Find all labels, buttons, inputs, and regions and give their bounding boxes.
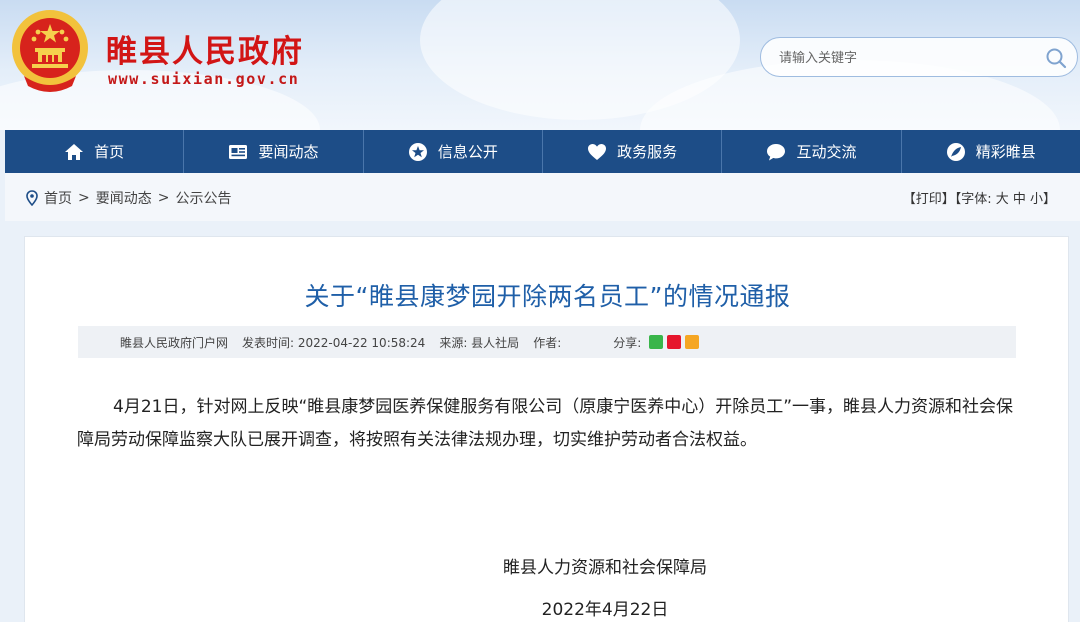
nav-item-label: 信息公开 (437, 143, 498, 161)
article-date: 2022年4月22日 (541, 600, 669, 620)
main-nav: 首页 要闻动态 信息公开 政务服务 互动交流 精彩睢县 (5, 130, 1080, 173)
breadcrumb: 首页 > 要闻动态 > 公示公告 (24, 188, 231, 208)
breadcrumb-bar: 首页 > 要闻动态 > 公示公告 【打印】【字体: 大 中 小】 (5, 173, 1080, 221)
breadcrumb-separator: > (157, 190, 170, 206)
search-input[interactable] (779, 47, 1019, 69)
nav-item-services[interactable]: 政务服务 (543, 130, 723, 173)
nav-item-label: 首页 (94, 143, 125, 161)
weibo-icon[interactable] (667, 335, 682, 349)
meta-published: 发表时间: 2022-04-22 10:58:24 (242, 335, 426, 350)
wechat-icon[interactable] (649, 335, 664, 349)
article-panel: 关于“睢县康梦园开除两名员工”的情况通报 睢县人民政府门户网 发表时间: 202… (24, 236, 1069, 622)
article-signature: 睢县人力资源和社会保障局 (503, 558, 707, 578)
search-icon[interactable] (1045, 47, 1067, 69)
breadcrumb-item-home[interactable]: 首页 (44, 188, 72, 208)
meta-site: 睢县人民政府门户网 (120, 335, 229, 350)
breadcrumb-item-notice[interactable]: 公示公告 (175, 188, 231, 208)
site-name[interactable]: 睢县人民政府 (106, 26, 304, 71)
nav-item-news[interactable]: 要闻动态 (184, 130, 364, 173)
breadcrumb-separator: > (78, 190, 90, 206)
print-font-tools[interactable]: 【打印】【字体: 大 中 小】 (903, 188, 1056, 207)
search-box[interactable] (760, 37, 1078, 77)
site-header: 睢县人民政府 www.suixian.gov.cn (0, 0, 1080, 130)
nav-item-label: 政务服务 (617, 143, 678, 161)
site-url[interactable]: www.suixian.gov.cn (108, 70, 299, 88)
nav-item-label: 要闻动态 (258, 143, 319, 161)
feather-icon (946, 142, 965, 161)
news-icon (229, 144, 248, 159)
share-label: 分享: (613, 335, 642, 350)
share-group: 分享: (613, 334, 703, 351)
national-emblem-icon[interactable] (10, 8, 90, 92)
qq-icon[interactable] (685, 335, 700, 349)
nav-item-label: 互动交流 (796, 143, 857, 161)
nav-item-home[interactable]: 首页 (5, 130, 185, 173)
article-title: 关于“睢县康梦园开除两名员工”的情况通报 (304, 282, 791, 311)
location-pin-icon (26, 190, 38, 206)
chat-icon (767, 143, 786, 160)
star-icon (408, 142, 427, 161)
home-icon (65, 143, 84, 160)
meta-source: 来源: 县人社局 (439, 335, 520, 350)
nav-item-interaction[interactable]: 互动交流 (722, 130, 902, 173)
nav-item-scenery[interactable]: 精彩睢县 (902, 130, 1080, 173)
nav-item-label: 精彩睢县 (975, 143, 1036, 161)
heart-icon (588, 143, 607, 160)
breadcrumb-item-news[interactable]: 要闻动态 (96, 188, 152, 208)
nav-item-info[interactable]: 信息公开 (364, 130, 543, 173)
article-meta: 睢县人民政府门户网 发表时间: 2022-04-22 10:58:24 来源: … (78, 326, 1016, 358)
article-body: 4月21日，针对网上反映“睢县康梦园医养保健服务有限公司（原康宁医养中心）开除员… (77, 397, 1014, 450)
meta-author: 作者: (533, 335, 562, 350)
